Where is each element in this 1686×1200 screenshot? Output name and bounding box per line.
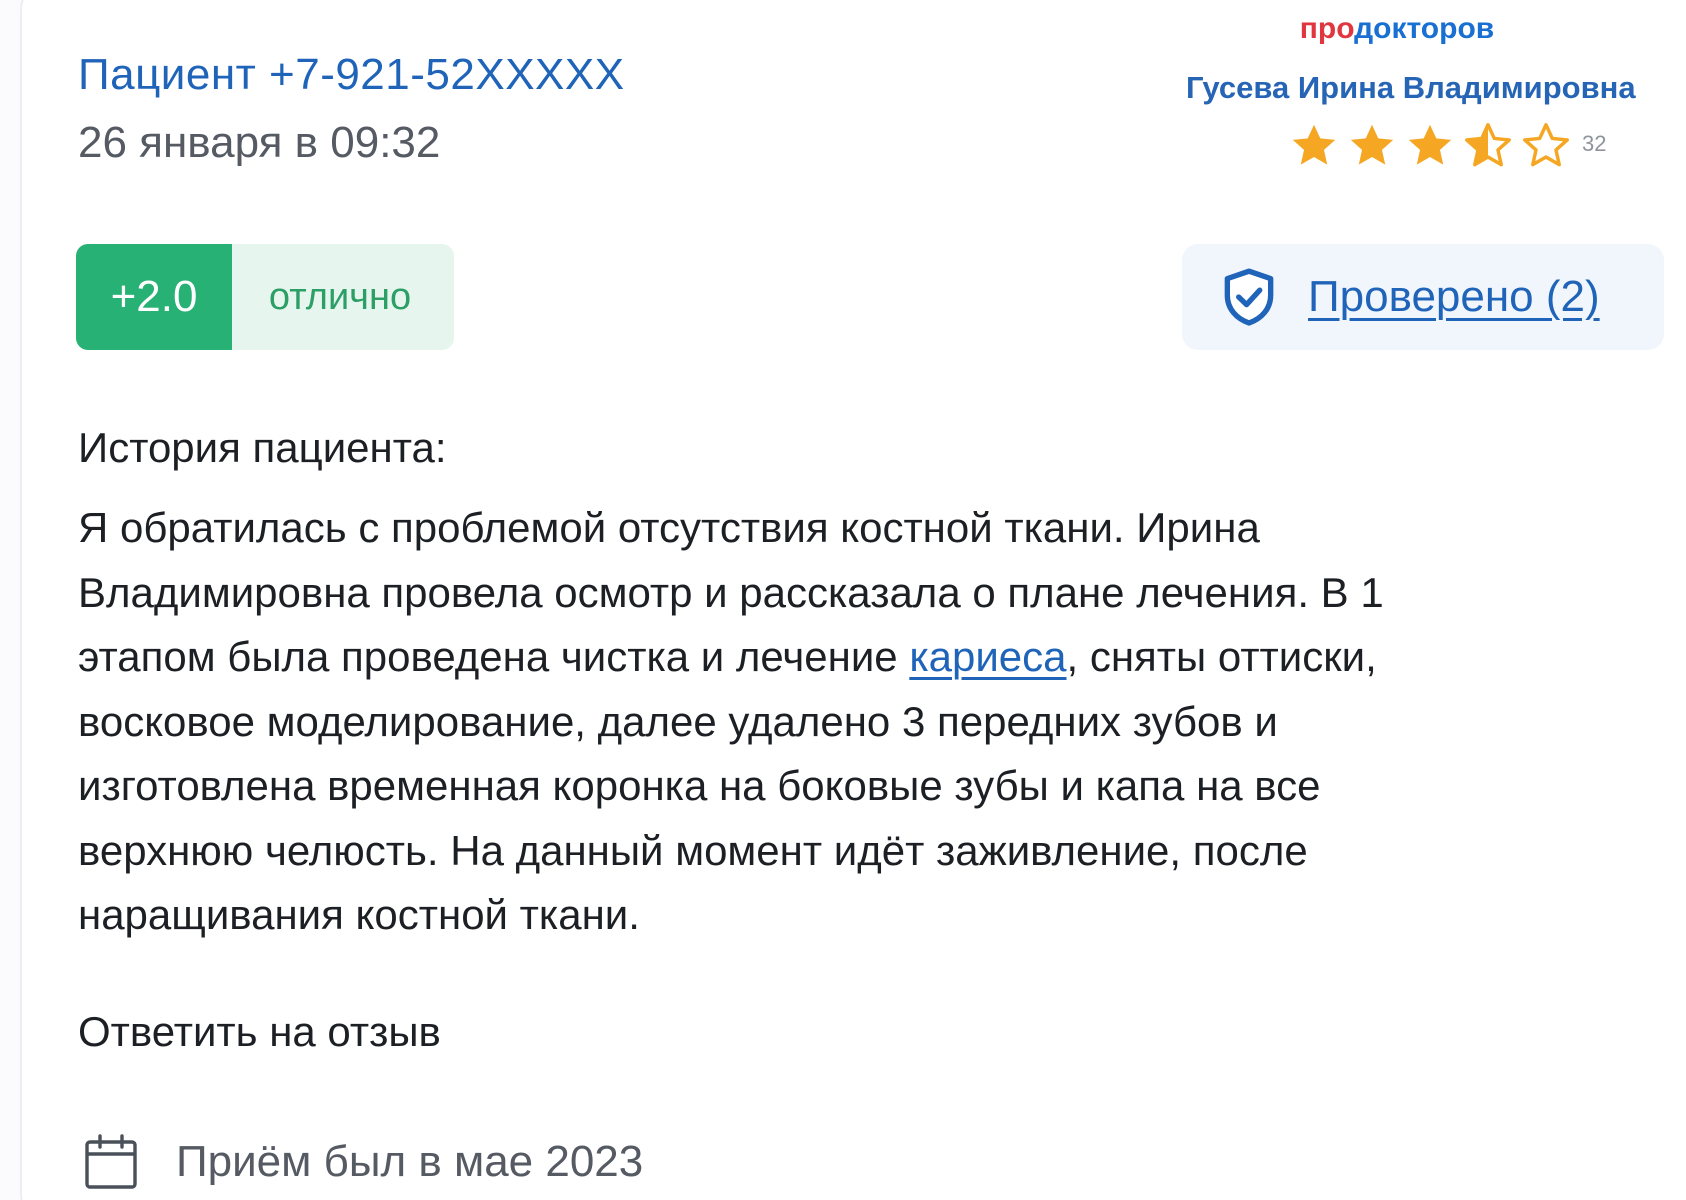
doctor-rating-widget[interactable]: продокторов Гусева Ирина Владимировна 32 — [1186, 0, 1686, 188]
review-author[interactable]: Пациент +7-921-52XXXXX — [78, 50, 625, 100]
story-line: Владимировна провела осмотр и рассказала… — [78, 568, 1384, 616]
rating-stars: 32 — [1288, 118, 1606, 174]
star-icon — [1404, 120, 1456, 172]
verified-link[interactable]: Проверено (2) — [1308, 272, 1600, 322]
brand-suffix: докторов — [1354, 12, 1495, 45]
caries-link[interactable]: кариеса — [909, 633, 1066, 680]
visit-info: Приём был в мае 2023 — [84, 1130, 643, 1194]
star-icon — [1346, 120, 1398, 172]
doctor-name[interactable]: Гусева Ирина Владимировна — [1186, 70, 1636, 106]
score-value: +2.0 — [76, 244, 232, 350]
prodoctorov-logo[interactable]: продокторов — [1152, 12, 1642, 46]
calendar-icon — [84, 1134, 138, 1190]
review-count: 32 — [1582, 131, 1607, 156]
verified-button[interactable]: Проверено (2) — [1182, 244, 1664, 350]
reply-button[interactable]: Ответить на отзыв — [78, 1008, 441, 1056]
story-text: этапом была проведена чистка и лечение — [78, 633, 910, 680]
story-line: изготовлена временная коронка на боковые… — [78, 762, 1321, 809]
star-empty-icon — [1520, 120, 1572, 172]
story-line: верхнюю челюсть. На данный момент идёт з… — [78, 826, 1308, 874]
score-badge: +2.0 отлично — [76, 244, 454, 350]
review-date: 26 января в 09:32 — [78, 118, 441, 167]
shield-check-icon — [1216, 264, 1282, 330]
review-story: Я обратилась с проблемой отсутствия кост… — [78, 496, 1678, 948]
score-label: отлично — [268, 275, 412, 318]
brand-prefix: про — [1299, 12, 1355, 45]
story-line: Я обратилась с проблемой отсутствия кост… — [78, 504, 1260, 551]
story-line: наращивания костной ткани. — [78, 891, 640, 938]
star-icon — [1288, 120, 1340, 172]
page: Пациент +7-921-52XXXXX 26 января в 09:32… — [0, 0, 1686, 1200]
story-line: восковое моделирование, далее удалено 3 … — [78, 697, 1278, 745]
star-half-icon — [1462, 120, 1514, 172]
story-text: , сняты оттиски, — [1066, 633, 1377, 680]
visit-date: Приём был в мае 2023 — [176, 1137, 644, 1186]
section-title: История пациента: — [78, 424, 447, 471]
story-line: этапом была проведена чистка и лечение к… — [78, 625, 1678, 690]
